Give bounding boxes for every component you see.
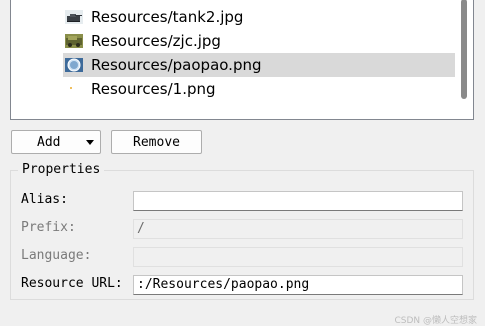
dropdown-arrow-icon	[86, 140, 94, 145]
file-name: Resources/1.png	[91, 80, 216, 98]
properties-title: Properties	[18, 162, 105, 177]
small-image-icon	[70, 87, 72, 89]
bottom-strip	[0, 326, 485, 332]
tank-thumbnail-icon	[65, 10, 83, 24]
alias-field[interactable]	[133, 191, 463, 211]
resource-file-list[interactable]: Resources/tank2.jpg Resources/zjc.jpg Re…	[10, 0, 474, 120]
scrollbar-thumb[interactable]	[461, 0, 467, 99]
watermark: CSDN @懒人空想家	[394, 316, 477, 326]
file-list-scrollbar[interactable]	[455, 0, 473, 119]
language-field	[133, 247, 463, 267]
file-item-paopao[interactable]: Resources/paopao.png	[63, 53, 455, 77]
resource-url-label: Resource URL:	[21, 276, 123, 291]
file-name: Resources/tank2.jpg	[91, 8, 244, 26]
file-name: Resources/zjc.jpg	[91, 32, 221, 50]
bubble-thumbnail-icon	[65, 58, 83, 72]
remove-button[interactable]: Remove	[111, 130, 202, 154]
remove-button-label: Remove	[133, 134, 180, 150]
prefix-label: Prefix:	[21, 220, 76, 235]
prefix-field: /	[133, 219, 463, 239]
alias-label: Alias:	[21, 192, 68, 207]
add-button[interactable]: Add	[11, 130, 101, 154]
language-label: Language:	[21, 248, 92, 263]
file-item-tank2[interactable]: Resources/tank2.jpg	[63, 5, 455, 29]
resource-url-field[interactable]: :/Resources/paopao.png	[133, 275, 463, 295]
file-item-1png[interactable]: Resources/1.png	[63, 77, 455, 101]
add-button-label: Add	[37, 134, 61, 150]
file-name: Resources/paopao.png	[91, 56, 262, 74]
file-item-zjc[interactable]: Resources/zjc.jpg	[63, 29, 455, 53]
vehicle-thumbnail-icon	[65, 34, 83, 48]
